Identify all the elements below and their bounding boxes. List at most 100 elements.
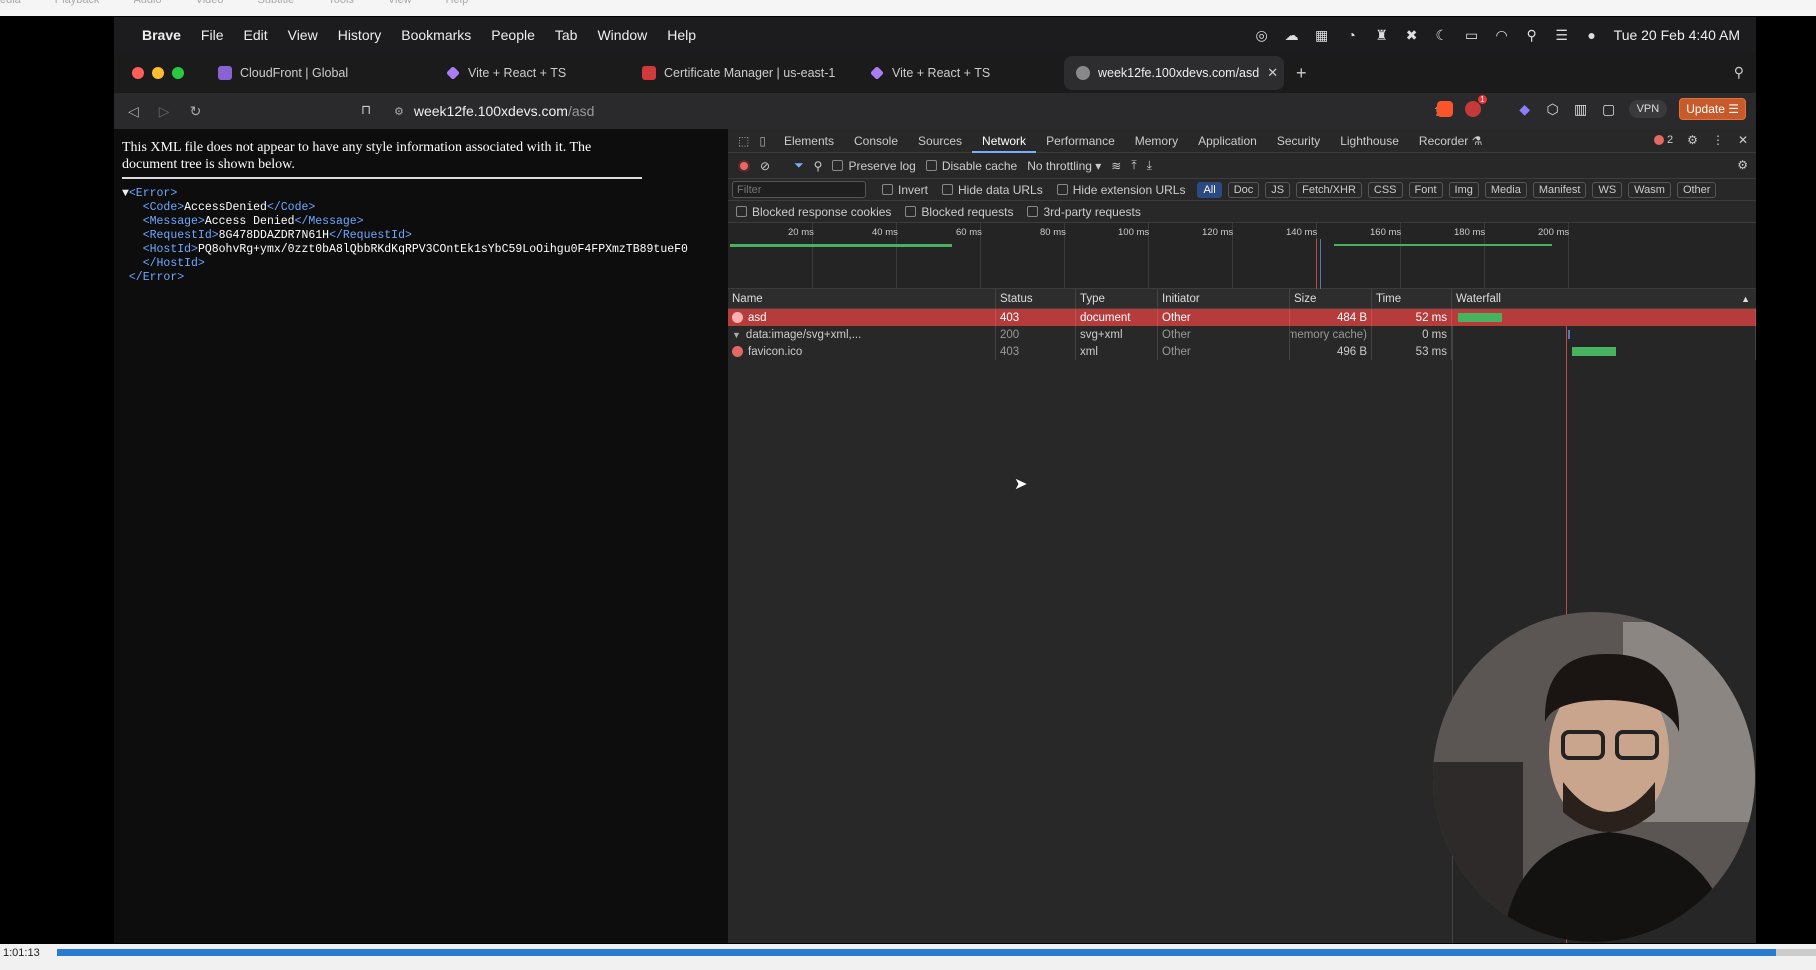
app-icon[interactable]: ♜ <box>1374 27 1390 43</box>
menu-people[interactable]: People <box>491 27 535 43</box>
preserve-log-checkbox[interactable]: Preserve log <box>832 159 916 173</box>
network-settings-icon[interactable]: ⚙ <box>1737 158 1748 172</box>
tab-performance[interactable]: Performance <box>1036 129 1125 153</box>
col-header-waterfall[interactable]: Waterfall ▲ <box>1452 289 1756 308</box>
type-filter-wasm[interactable]: Wasm <box>1628 181 1671 198</box>
menu-edit[interactable]: Edit <box>243 27 267 43</box>
record-button[interactable] <box>738 159 750 172</box>
vlc-menu-item[interactable]: Help <box>446 0 469 10</box>
bookmark-icon[interactable]: ⊓ <box>361 102 371 118</box>
close-window-button[interactable] <box>132 67 144 79</box>
tab-cloudfront[interactable]: CloudFront | Global <box>206 56 434 90</box>
type-filter-other[interactable]: Other <box>1676 181 1717 198</box>
speedometer-icon[interactable]: ◔ <box>1344 27 1360 43</box>
menu-help[interactable]: Help <box>667 27 696 43</box>
tab-console[interactable]: Console <box>844 129 908 153</box>
menu-tab[interactable]: Tab <box>555 27 578 43</box>
tab-vite[interactable]: Vite + React + TS <box>434 56 630 90</box>
third-party-checkbox[interactable]: 3rd-party requests <box>1027 205 1141 219</box>
brave-rewards-icon[interactable]: 1 <box>1464 95 1487 117</box>
clock[interactable]: Tue 20 Feb 4:40 AM <box>1614 27 1740 43</box>
vlc-menu-item[interactable]: Subtitle <box>258 0 295 10</box>
reload-button[interactable]: ↻ <box>190 103 202 120</box>
sidebar-icon[interactable]: ▥ <box>1573 101 1589 117</box>
blocked-requests-checkbox[interactable]: Blocked requests <box>905 205 1013 219</box>
tab-security[interactable]: Security <box>1267 129 1330 153</box>
battery-icon[interactable]: ▭ <box>1464 27 1480 43</box>
vlc-menu-item[interactable]: View <box>388 0 412 10</box>
close-tab-icon[interactable]: ✕ <box>1267 65 1278 81</box>
type-filter-js[interactable]: JS <box>1265 181 1291 198</box>
control-center-icon[interactable]: ☰ <box>1554 27 1570 43</box>
import-har-icon[interactable]: ⤒ <box>1131 158 1136 173</box>
new-tab-button[interactable]: + <box>1296 63 1307 84</box>
col-header-type[interactable]: Type <box>1076 289 1158 308</box>
network-conditions-icon[interactable]: ≋ <box>1111 159 1121 173</box>
grid-icon[interactable]: ▦ <box>1314 27 1330 43</box>
tab-application[interactable]: Application <box>1188 129 1267 153</box>
moon-icon[interactable]: ☾ <box>1434 27 1450 43</box>
tab-recorder[interactable]: Recorder ⚗ <box>1409 129 1492 153</box>
site-info-icon[interactable]: ⚙ <box>394 105 404 118</box>
type-filter-fetch-xhr[interactable]: Fetch/XHR <box>1296 181 1362 198</box>
vlc-menu-item[interactable]: Playback <box>55 0 100 10</box>
brave-shields-icon[interactable] <box>1436 101 1453 117</box>
wifi-icon[interactable]: ◠ <box>1494 27 1510 43</box>
collapse-arrow-icon[interactable]: ▼ <box>122 187 129 200</box>
tab-memory[interactable]: Memory <box>1125 129 1188 153</box>
close-devtools-icon[interactable]: ✕ <box>1738 133 1748 147</box>
type-filter-img[interactable]: Img <box>1448 181 1479 198</box>
error-count-badge[interactable]: 2 <box>1654 134 1673 146</box>
tab-network[interactable]: Network <box>972 129 1037 153</box>
col-header-status[interactable]: Status <box>996 289 1076 308</box>
col-header-size[interactable]: Size <box>1290 289 1372 308</box>
table-row[interactable]: favicon.ico 403 xml Other 496 B 53 ms <box>728 343 1756 360</box>
address-bar[interactable]: ⚙ week12fe.100xdevs.com/asd ⇪ <box>394 99 1444 123</box>
zoom-window-button[interactable] <box>172 67 184 79</box>
inspect-element-icon[interactable]: ⬚ <box>738 134 749 148</box>
disable-cache-checkbox[interactable]: Disable cache <box>925 159 1017 173</box>
type-filter-media[interactable]: Media <box>1484 181 1527 198</box>
blocked-cookies-checkbox[interactable]: Blocked response cookies <box>736 205 891 219</box>
settings-gear-icon[interactable]: ⚙ <box>1687 133 1698 147</box>
type-filter-font[interactable]: Font <box>1408 181 1443 198</box>
minimize-window-button[interactable] <box>152 67 164 79</box>
filter-input[interactable] <box>732 181 866 198</box>
vlc-menu-item[interactable]: Tools <box>328 0 354 10</box>
tab-elements[interactable]: Elements <box>774 129 844 153</box>
back-button[interactable]: ◁ <box>128 103 139 120</box>
tab-search-icon[interactable]: ⚲ <box>1734 64 1744 81</box>
extensions-icon[interactable]: ⬡ <box>1545 101 1561 117</box>
network-overview-timeline[interactable]: 20 ms 40 ms 60 ms 80 ms 100 ms 120 ms 14… <box>728 223 1756 289</box>
tab-certificate-manager[interactable]: Certificate Manager | us-east-1 <box>630 56 858 90</box>
hide-extension-urls-checkbox[interactable]: Hide extension URLs <box>1056 183 1185 197</box>
wallet-icon[interactable]: ▢ <box>1601 101 1617 117</box>
export-har-icon[interactable]: ⤓ <box>1147 158 1152 173</box>
x-icon[interactable]: ✖ <box>1404 27 1420 43</box>
seek-bar[interactable] <box>57 949 1816 956</box>
clear-icon[interactable]: ⊘ <box>760 159 770 173</box>
tab-active[interactable]: week12fe.100xdevs.com/asd ✕ <box>1064 56 1284 90</box>
hide-data-urls-checkbox[interactable]: Hide data URLs <box>942 183 1043 197</box>
menu-history[interactable]: History <box>338 27 382 43</box>
menu-file[interactable]: File <box>201 27 224 43</box>
vlc-menu-item[interactable]: edia <box>0 0 21 10</box>
throttling-select[interactable]: No throttling ▾ <box>1027 159 1101 173</box>
leo-ai-icon[interactable]: ◆ <box>1517 101 1533 117</box>
vpn-button[interactable]: VPN <box>1628 100 1668 118</box>
type-filter-ws[interactable]: WS <box>1592 181 1623 198</box>
filter-icon[interactable]: ⏷ <box>794 158 804 173</box>
tab-lighthouse[interactable]: Lighthouse <box>1330 129 1409 153</box>
forward-button[interactable]: ▷ <box>159 103 170 120</box>
cloud-icon[interactable]: ☁ <box>1284 27 1300 43</box>
vlc-menu-item[interactable]: Video <box>196 0 224 10</box>
search-icon[interactable]: ⚲ <box>814 159 823 173</box>
col-header-time[interactable]: Time <box>1372 289 1452 308</box>
tab-sources[interactable]: Sources <box>908 129 972 153</box>
menu-bookmarks[interactable]: Bookmarks <box>401 27 471 43</box>
device-toggle-icon[interactable]: ▯ <box>759 134 766 148</box>
col-header-name[interactable]: Name <box>728 289 996 308</box>
type-filter-all[interactable]: All <box>1197 181 1222 198</box>
table-row[interactable]: asd 403 document Other 484 B 52 ms <box>728 309 1756 326</box>
type-filter-manifest[interactable]: Manifest <box>1532 181 1587 198</box>
